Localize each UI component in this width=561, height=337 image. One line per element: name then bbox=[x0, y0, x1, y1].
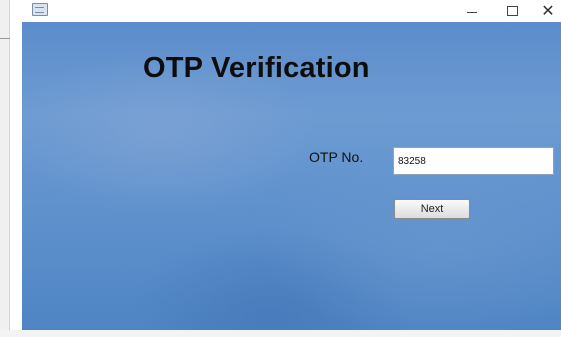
edge-tick bbox=[0, 38, 10, 39]
close-icon: ✕ bbox=[541, 3, 555, 20]
maximize-icon bbox=[506, 6, 518, 16]
close-button[interactable]: ✕ bbox=[528, 0, 561, 22]
app-window-icon bbox=[32, 3, 48, 16]
window-left-edge bbox=[0, 0, 10, 337]
title-bar: ✕ bbox=[10, 0, 561, 22]
next-button[interactable]: Next bbox=[394, 199, 470, 219]
window-bottom-edge bbox=[0, 330, 561, 337]
maximize-button[interactable] bbox=[492, 0, 532, 22]
edge-divider bbox=[9, 0, 10, 337]
otp-form-panel: OTP Verification OTP No. Next bbox=[22, 22, 561, 330]
minimize-button[interactable] bbox=[452, 0, 492, 22]
minimize-icon bbox=[467, 11, 477, 13]
page-title: OTP Verification bbox=[143, 52, 370, 84]
otp-label: OTP No. bbox=[309, 149, 364, 165]
otp-input[interactable] bbox=[393, 147, 554, 175]
